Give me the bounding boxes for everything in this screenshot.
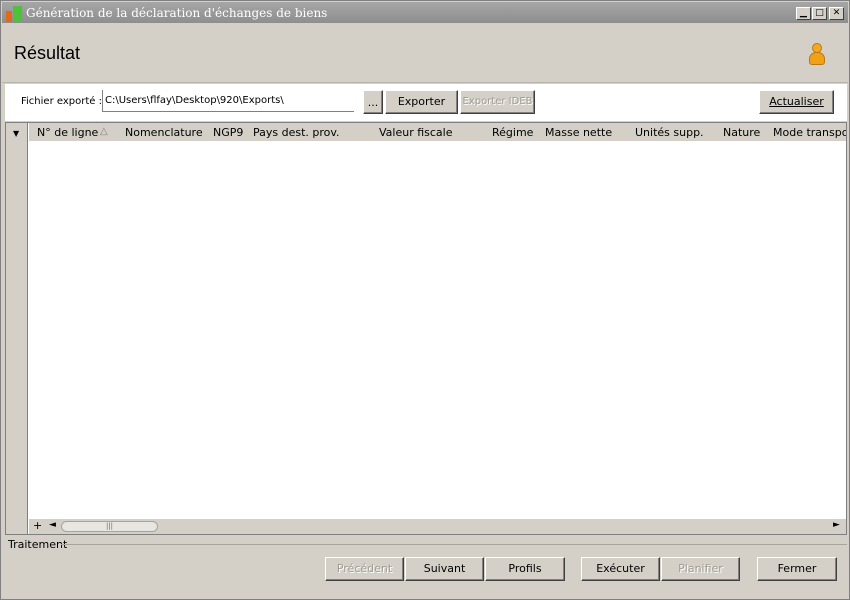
window-title: Génération de la déclaration d'échanges … — [26, 6, 328, 20]
profiles-button[interactable]: Profils — [485, 557, 565, 581]
main-window: Génération de la déclaration d'échanges … — [0, 0, 850, 600]
scroll-right-icon[interactable]: ► — [833, 520, 840, 530]
column-header-net-mass[interactable]: Masse nette — [545, 126, 612, 139]
column-header-country[interactable]: Pays dest. prov. — [253, 126, 340, 139]
section-label: Traitement — [8, 538, 68, 551]
scroll-thumb[interactable]: ||| — [61, 521, 158, 532]
maximize-button[interactable]: □ — [812, 7, 827, 20]
refresh-button[interactable]: Actualiser — [759, 90, 834, 114]
page-title: Résultat — [14, 43, 81, 63]
column-header-regime[interactable]: Régime — [492, 126, 533, 139]
previous-button[interactable]: Précédent — [325, 557, 404, 581]
close-button[interactable]: Fermer — [757, 557, 837, 581]
column-header-fiscal-value[interactable]: Valeur fiscale — [379, 126, 453, 139]
export-ideb-button[interactable]: Exporter IDEB — [460, 90, 535, 114]
column-chooser-icon[interactable]: ▼ — [13, 129, 19, 138]
grid-header: N° de ligne △ Nomenclature NGP9 Pays des… — [29, 123, 846, 141]
minimize-button[interactable]: ▁ — [796, 7, 811, 20]
sort-ascending-icon: △ — [100, 126, 108, 137]
column-header-nomenclature[interactable]: Nomenclature — [125, 126, 203, 139]
browse-button[interactable]: ... — [363, 90, 383, 114]
export-path-input[interactable] — [102, 90, 354, 112]
export-button[interactable]: Exporter — [385, 90, 458, 114]
user-icon — [808, 43, 826, 67]
column-header-line-number[interactable]: N° de ligne — [37, 126, 98, 139]
grid-body[interactable] — [29, 141, 846, 519]
header: Résultat — [2, 23, 848, 83]
results-grid: ▼ N° de ligne △ Nomenclature NGP9 Pays d… — [5, 122, 847, 535]
schedule-button[interactable]: Planifier — [661, 557, 740, 581]
file-label: Fichier exporté : — [21, 96, 102, 107]
next-button[interactable]: Suivant — [405, 557, 484, 581]
grid-row-selector: ▼ — [6, 123, 28, 534]
export-toolbar: Fichier exporté : ... Exporter Exporter … — [5, 84, 847, 121]
column-header-ngp9[interactable]: NGP9 — [213, 126, 243, 139]
column-header-nature[interactable]: Nature — [723, 126, 760, 139]
column-header-transport-mode[interactable]: Mode transport — [773, 126, 846, 139]
app-icon — [6, 6, 23, 22]
horizontal-scrollbar[interactable]: + ◄ ||| ► — [29, 519, 846, 534]
expand-icon[interactable]: + — [33, 519, 42, 532]
execute-button[interactable]: Exécuter — [581, 557, 660, 581]
title-bar[interactable]: Génération de la déclaration d'échanges … — [2, 2, 848, 23]
section-divider — [61, 544, 847, 545]
close-window-button[interactable]: ✕ — [829, 7, 844, 20]
column-header-supplementary-units[interactable]: Unités supp. — [635, 126, 704, 139]
scroll-left-icon[interactable]: ◄ — [49, 520, 56, 530]
